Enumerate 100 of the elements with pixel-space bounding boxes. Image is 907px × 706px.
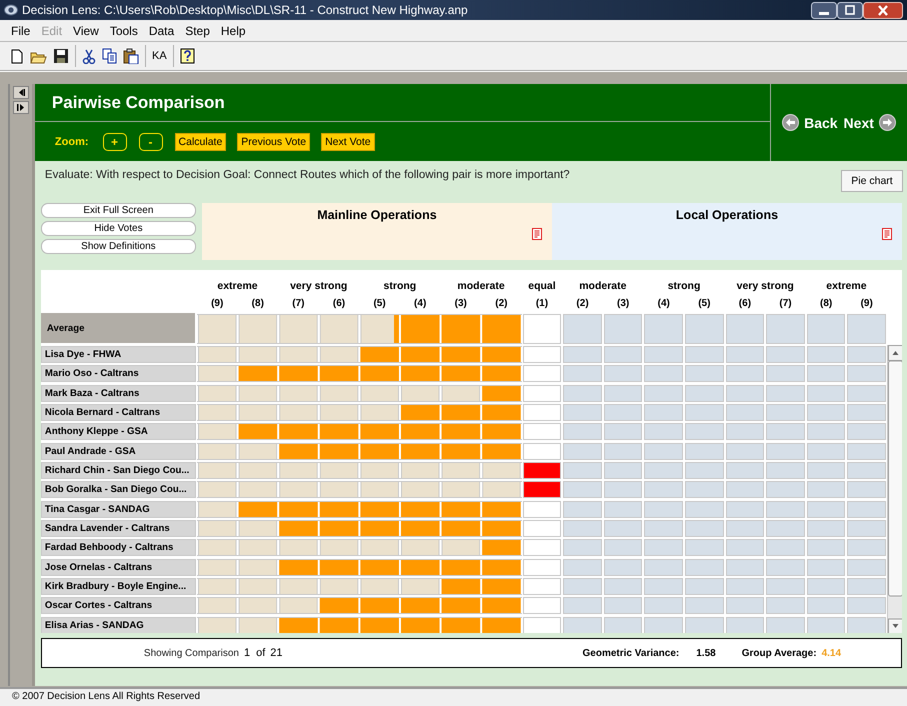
vote-cell[interactable] [644,365,684,382]
vote-cell[interactable] [563,365,602,382]
vote-cell[interactable] [522,462,562,479]
vote-cell[interactable] [522,539,562,556]
option-button[interactable]: Exit Full Screen [40,203,196,218]
menu-item[interactable]: Data [144,24,180,38]
vote-cell[interactable] [726,520,764,537]
clipboard-icon[interactable] [123,48,139,64]
vote-scale[interactable] [196,578,522,595]
vote-cell[interactable] [604,365,642,382]
vote-cell[interactable] [604,384,642,402]
vote-cell[interactable] [685,423,724,440]
vote-cell[interactable] [766,423,805,440]
vote-cell[interactable] [726,314,764,344]
vote-cell[interactable] [766,384,805,402]
vote-scale[interactable] [196,481,522,498]
vote-cell[interactable] [806,597,846,614]
vote-scale[interactable] [196,597,522,614]
vote-cell[interactable] [685,314,724,344]
vote-cell[interactable] [847,346,886,363]
vote-cell[interactable] [604,346,642,363]
vote-cell[interactable] [522,346,562,363]
vote-cell[interactable] [522,314,562,344]
vote-cell[interactable] [522,423,562,440]
vote-scale[interactable] [196,442,522,460]
vote-cell[interactable] [806,384,846,402]
vote-cell[interactable] [847,384,886,402]
vote-scale[interactable] [196,500,522,518]
vote-cell[interactable] [806,520,846,537]
vote-cell[interactable] [726,346,764,363]
vote-cell[interactable] [604,578,642,595]
vote-cell[interactable] [685,481,724,498]
vote-scale[interactable] [196,520,522,537]
menu-item[interactable]: Tools [104,24,144,38]
vote-cell[interactable] [522,597,562,614]
vote-cell[interactable] [766,481,805,498]
pie-chart-button[interactable]: Pie chart [841,170,903,192]
copy-icon[interactable] [102,48,117,64]
vote-cell[interactable] [847,404,886,421]
vote-cell[interactable] [563,442,602,460]
vote-scale[interactable] [196,384,522,402]
vote-cell[interactable] [766,520,805,537]
vote-cell[interactable] [644,558,684,576]
vote-cell[interactable] [563,597,602,614]
menu-item[interactable]: Step [180,24,216,38]
vote-cell[interactable] [766,578,805,595]
vote-cell[interactable] [604,616,642,633]
vote-scale[interactable] [196,539,522,556]
vote-cell[interactable] [644,462,684,479]
vote-cell[interactable] [685,597,724,614]
vote-scale[interactable] [196,616,522,633]
vote-cell[interactable] [847,423,886,440]
vote-cell[interactable] [685,462,724,479]
vote-cell[interactable] [563,539,602,556]
vote-cell[interactable] [806,481,846,498]
vote-cell[interactable] [726,442,764,460]
vote-scale[interactable] [196,346,522,363]
vote-cell[interactable] [522,578,562,595]
action-button[interactable]: Previous Vote [237,132,310,150]
vote-cell[interactable] [726,365,764,382]
vote-cell[interactable] [806,346,846,363]
document-icon[interactable] [532,228,542,240]
vote-cell[interactable] [563,481,602,498]
vote-cell[interactable] [766,404,805,421]
vote-cell[interactable] [644,578,684,595]
vote-cell[interactable] [604,404,642,421]
vote-cell[interactable] [522,365,562,382]
vote-cell[interactable] [726,384,764,402]
vote-cell[interactable] [766,365,805,382]
zoom-out-button[interactable]: - [138,132,163,150]
vote-cell[interactable] [563,616,602,633]
menu-item[interactable]: View [68,24,105,38]
vote-scale[interactable] [196,462,522,479]
vote-cell[interactable] [685,616,724,633]
vote-cell[interactable] [563,578,602,595]
vote-cell[interactable] [604,500,642,518]
vote-cell[interactable] [522,520,562,537]
expand-right-icon[interactable] [12,101,29,114]
vote-cell[interactable] [644,539,684,556]
vote-cell[interactable] [644,423,684,440]
vote-cell[interactable] [522,616,562,633]
vote-scale[interactable] [196,314,522,344]
vote-cell[interactable] [847,314,886,344]
vote-cell[interactable] [847,462,886,479]
vote-cell[interactable] [766,500,805,518]
vote-cell[interactable] [563,423,602,440]
new-file-icon[interactable] [10,48,24,64]
vote-cell[interactable] [766,597,805,614]
vote-cell[interactable] [847,442,886,460]
vote-cell[interactable] [563,500,602,518]
vote-cell[interactable] [644,597,684,614]
vote-cell[interactable] [644,346,684,363]
vote-cell[interactable] [644,520,684,537]
vote-scale[interactable] [196,423,522,440]
vote-cell[interactable] [522,404,562,421]
vote-cell[interactable] [726,578,764,595]
vote-cell[interactable] [726,558,764,576]
vote-cell[interactable] [806,365,846,382]
help-icon[interactable] [180,48,196,64]
vote-cell[interactable] [685,500,724,518]
